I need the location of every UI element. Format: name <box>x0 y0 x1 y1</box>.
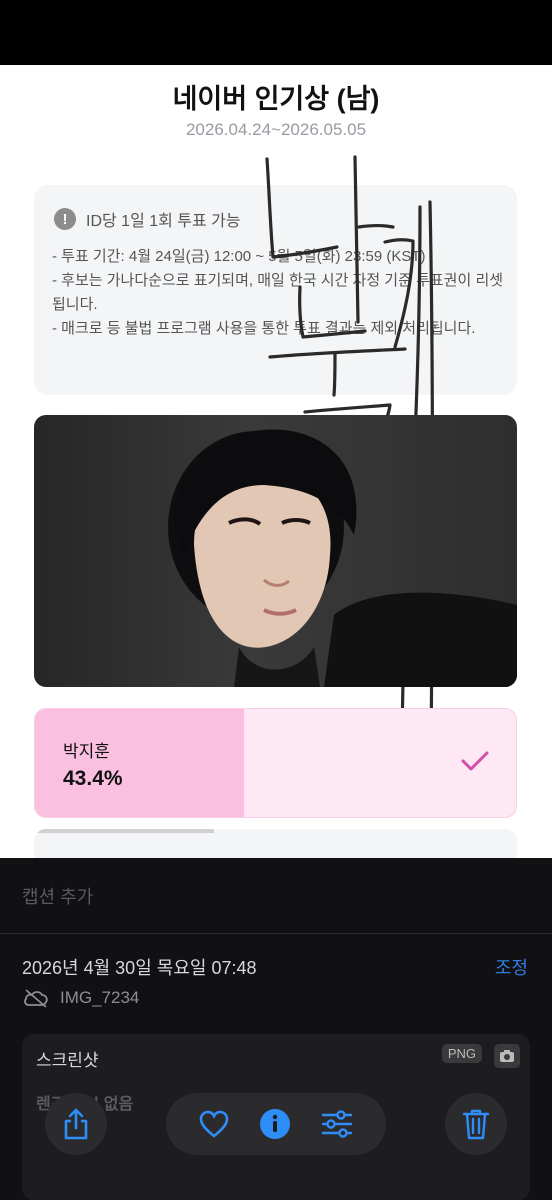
adjust-button[interactable]: 조정 <box>495 954 528 980</box>
caption-input[interactable]: 캡션 추가 <box>22 883 93 909</box>
candidate-photo <box>34 415 517 687</box>
delete-button[interactable] <box>445 1093 507 1155</box>
share-button[interactable] <box>45 1093 107 1155</box>
notice-header: ! ID당 1일 1회 투표 가능 <box>54 207 241 231</box>
cut-off-heading: - · · · · · · · <box>0 65 552 74</box>
page-title: 네이버 인기상 (남) <box>172 84 380 114</box>
candidate-vote-card[interactable]: 박지훈 43.4% <box>34 708 517 818</box>
check-icon <box>461 751 489 771</box>
info-icon[interactable] <box>259 1108 291 1140</box>
camera-icon[interactable] <box>494 1044 520 1068</box>
next-candidate-fill <box>34 829 214 833</box>
next-candidate-card[interactable] <box>34 829 517 860</box>
candidate-name: 박지훈 <box>63 742 110 761</box>
file-row: IMG_7234 <box>22 988 139 1008</box>
share-icon <box>64 1108 88 1140</box>
vote-period: 2026.04.24~2026.05.05 <box>185 120 367 139</box>
format-badge: PNG <box>441 1044 482 1063</box>
heart-icon[interactable] <box>199 1110 229 1138</box>
candidate-percent: 43.4% <box>63 767 123 790</box>
vote-share-fill <box>35 709 244 817</box>
status-bar-area <box>0 0 552 65</box>
screenshot-label: 스크린샷 <box>36 1051 99 1070</box>
sliders-icon[interactable] <box>321 1110 353 1138</box>
portrait-illustration <box>168 429 517 687</box>
trash-icon <box>462 1109 490 1140</box>
center-toolbar <box>166 1093 386 1155</box>
divider <box>0 933 552 934</box>
warning-icon: ! <box>54 208 76 230</box>
notice-headline: ID당 1일 1회 투표 가능 <box>86 213 241 230</box>
photo-datetime: 2026년 4월 30일 목요일 07:48 <box>22 958 257 978</box>
cloud-off-icon <box>24 989 48 1008</box>
file-name: IMG_7234 <box>60 988 140 1007</box>
vote-page: - · · · · · · · 네이버 인기상 (남) 2026.04.24~2… <box>0 65 552 860</box>
